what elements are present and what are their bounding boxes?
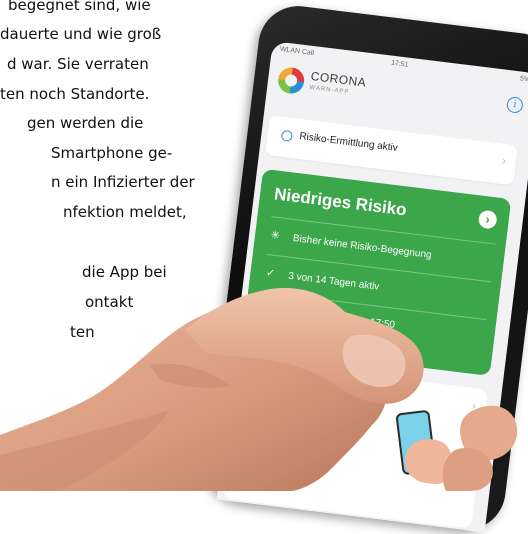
- virus-icon: ✳: [269, 229, 281, 243]
- article-line: n ein Infizierter der: [51, 173, 195, 191]
- risk-row-text: Aktualisiert: Heute, 17:50: [283, 306, 396, 331]
- risk-tracing-label: Risiko-Ermittlung aktiv: [298, 130, 399, 154]
- app-logo-icon: [276, 66, 306, 96]
- article-line: ten noch Standorte.: [0, 85, 150, 103]
- risk-row: ✳ Bisher keine Risiko-Begegnung: [268, 228, 495, 273]
- phone-screen: WLAN Call 17:51 5% CORONA WARN-APP i Ris…: [216, 41, 528, 533]
- details-button[interactable]: nden: [339, 333, 414, 359]
- risk-title: Niedriges Risiko: [273, 184, 408, 220]
- status-time: 17:51: [390, 59, 409, 69]
- info-icon[interactable]: i: [505, 96, 524, 114]
- chevron-right-icon: ›: [471, 400, 477, 413]
- article-line: ontakt: [85, 293, 134, 311]
- smartphone: WLAN Call 17:51 5% CORONA WARN-APP i Ris…: [202, 1, 528, 534]
- check-circle-icon: ✓: [265, 266, 276, 280]
- battery-label: 5%: [519, 75, 528, 84]
- shield-icon: ◉: [260, 302, 272, 316]
- chevron-right-icon: ›: [501, 154, 507, 168]
- risk-row-text: Bisher keine Risiko-Begegnung: [292, 232, 433, 261]
- app-brand: CORONA WARN-APP: [309, 69, 367, 98]
- test-card[interactable]: testet? › ll, die nkette zu: [222, 359, 488, 529]
- article-line: nfektion meldet,: [63, 203, 187, 221]
- test-description: ll, die nkette zu: [328, 411, 390, 438]
- test-question: testet?: [327, 384, 375, 406]
- risk-status-card[interactable]: Niedriges Risiko › ✳ Bisher keine Risiko…: [241, 168, 512, 376]
- article-line: Smartphone ge-: [51, 144, 173, 162]
- carrier-label: WLAN Call: [279, 45, 315, 58]
- article-line: ten: [70, 323, 95, 341]
- article-line: d war. Sie verraten: [7, 55, 149, 73]
- article-line: gen werden die: [27, 114, 144, 132]
- article-line: dauerte und wie groß: [0, 25, 162, 43]
- risk-row: ✓ 3 von 14 Tagen aktiv: [263, 266, 490, 311]
- article-line: begegnet sind, wie: [8, 0, 151, 14]
- article-line: die App bei: [82, 263, 167, 281]
- chevron-circle-icon[interactable]: ›: [477, 209, 498, 230]
- status-ring-icon: [280, 129, 294, 143]
- risk-row-text: 3 von 14 Tagen aktiv: [287, 270, 380, 293]
